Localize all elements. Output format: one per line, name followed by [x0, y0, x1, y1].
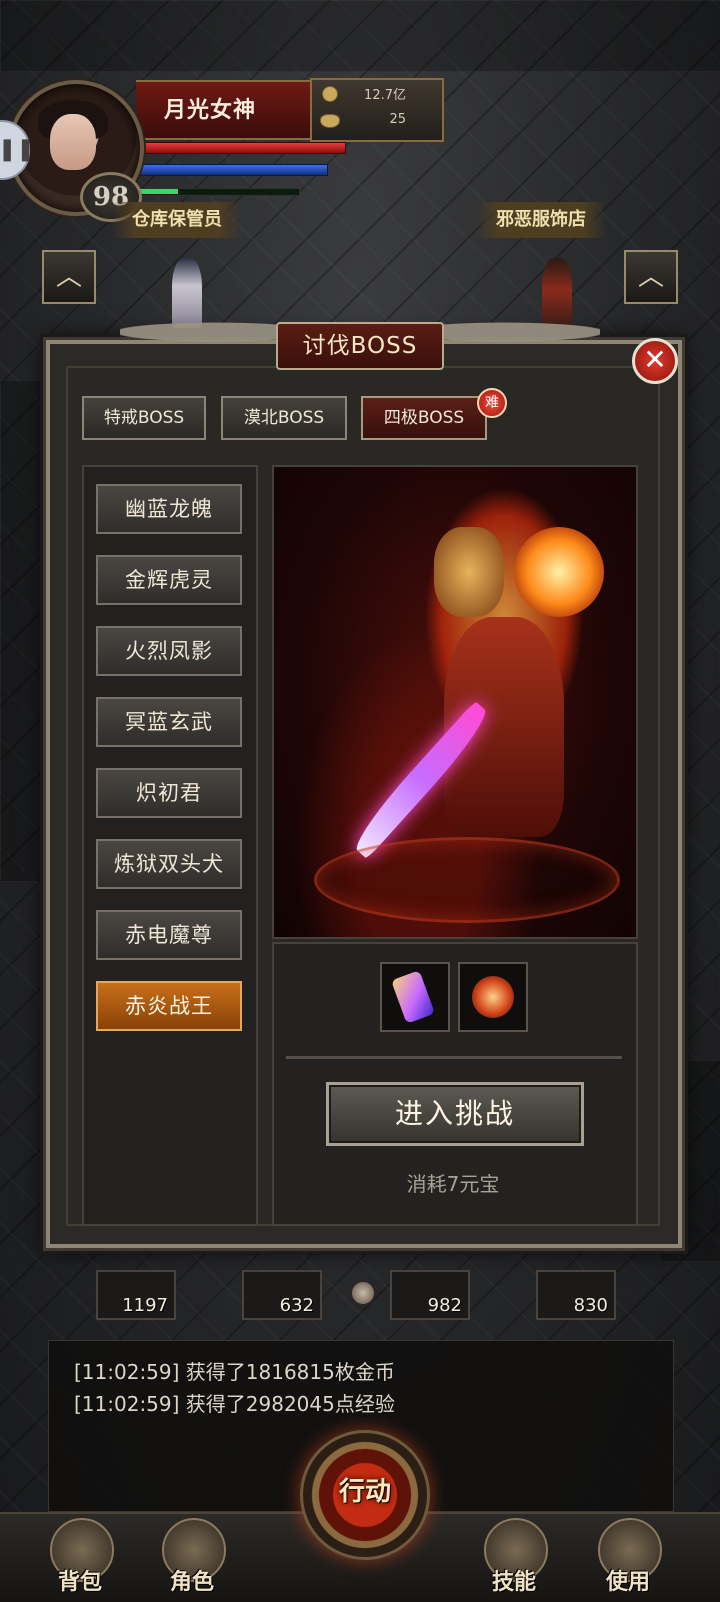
- boss-list-item[interactable]: 金辉虎灵: [96, 555, 242, 605]
- reward-helmet-icon: [472, 976, 514, 1018]
- quick-item-slot[interactable]: 982: [390, 1270, 470, 1320]
- log-line: [11:02:59] 获得了1816815枚金币: [74, 1360, 395, 1384]
- hard-badge: 难: [477, 388, 507, 418]
- boss-list-item[interactable]: 火烈凤影: [96, 626, 242, 676]
- nav-bag-button[interactable]: 背包: [32, 1512, 128, 1600]
- world-terrain: [0, 0, 720, 72]
- action-button[interactable]: 行动: [300, 1430, 430, 1560]
- enter-challenge-button[interactable]: 进入挑战: [326, 1082, 584, 1146]
- reward-item-slot[interactable]: [458, 962, 528, 1032]
- tab-four-pole-boss[interactable]: 四极BOSS: [361, 396, 487, 440]
- nav-skills-button[interactable]: 技能: [466, 1512, 562, 1600]
- boss-list-item[interactable]: 冥蓝玄武: [96, 697, 242, 747]
- item-count: 632: [279, 1295, 314, 1316]
- dialog-footer-ornament: [350, 1280, 376, 1306]
- chevron-up-icon-left[interactable]: ︿: [42, 250, 96, 304]
- npc-label-warehouse[interactable]: 仓库保管员: [112, 202, 242, 238]
- challenge-cost: 消耗7元宝: [406, 1172, 500, 1196]
- gold-amount: 12.7亿: [364, 88, 406, 103]
- avatar-face: [50, 114, 96, 170]
- nav-bag-label: 背包: [57, 1569, 102, 1595]
- chevron-up-icon-right[interactable]: ︿: [624, 250, 678, 304]
- mp-bar: [138, 164, 328, 176]
- boss-list-item[interactable]: 炼狱双头犬: [96, 839, 242, 889]
- boss-preview-image: [272, 465, 638, 939]
- nav-use-label: 使用: [605, 1569, 650, 1595]
- player-name: 月光女神: [164, 98, 257, 123]
- boss-summoning-circle: [314, 837, 620, 923]
- boss-list-item[interactable]: 幽蓝龙魄: [96, 484, 242, 534]
- nav-use-button[interactable]: 使用: [580, 1512, 676, 1600]
- item-count: 982: [427, 1295, 462, 1316]
- boss-list-item[interactable]: 炽初君: [96, 768, 242, 818]
- reward-divider: [286, 1056, 622, 1059]
- quick-item-slot[interactable]: 1197: [96, 1270, 176, 1320]
- world-wall-left: [0, 380, 48, 882]
- xp-bar-fill: [138, 189, 178, 194]
- log-line: [11:02:59] 获得了2982045点经验: [74, 1392, 395, 1416]
- action-label: 行动: [338, 1477, 391, 1507]
- tab-desert-boss[interactable]: 漠北BOSS: [221, 396, 347, 440]
- boss-helmet: [434, 527, 504, 617]
- ingot-amount: 25: [389, 112, 406, 127]
- nav-skills-label: 技能: [491, 1569, 536, 1595]
- quick-item-slot[interactable]: 830: [536, 1270, 616, 1320]
- reward-weapon-icon: [391, 970, 435, 1024]
- boss-fire-orb: [514, 527, 604, 617]
- item-count: 830: [573, 1295, 608, 1316]
- reward-item-slot[interactable]: [380, 962, 450, 1032]
- dialog-title: 讨伐BOSS: [276, 322, 444, 370]
- currency-panel: 12.7亿 25: [310, 78, 444, 142]
- tab-special-ring-boss[interactable]: 特戒BOSS: [82, 396, 206, 440]
- item-count: 1197: [122, 1295, 168, 1316]
- boss-list-item[interactable]: 赤电魔尊: [96, 910, 242, 960]
- npc-label-clothing-shop[interactable]: 邪恶服饰店: [476, 202, 606, 238]
- nav-character-label: 角色: [169, 1569, 214, 1595]
- boss-list-item-selected[interactable]: 赤炎战王: [96, 981, 242, 1031]
- quick-item-slot[interactable]: 632: [242, 1270, 322, 1320]
- close-icon[interactable]: ✕: [632, 338, 678, 384]
- nav-character-button[interactable]: 角色: [144, 1512, 240, 1600]
- hp-bar: [138, 142, 346, 154]
